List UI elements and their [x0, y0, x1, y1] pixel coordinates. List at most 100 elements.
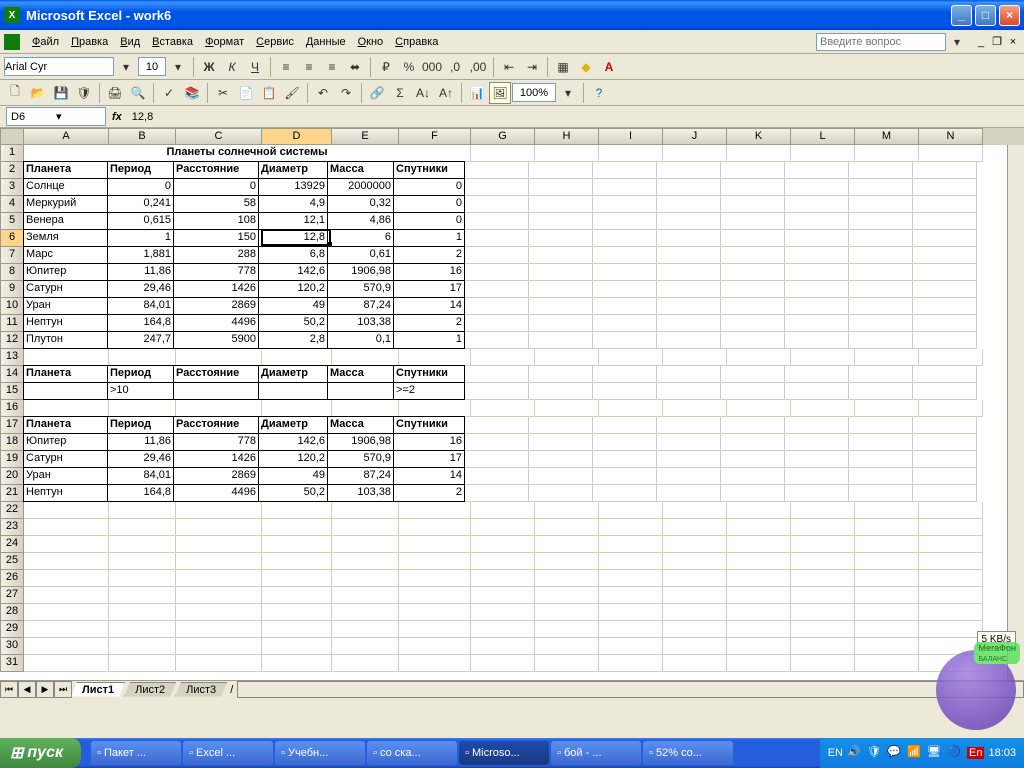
- cell-F12[interactable]: 1: [393, 331, 465, 349]
- cell-G22[interactable]: [471, 502, 535, 519]
- cell-D22[interactable]: [262, 502, 332, 519]
- align-center-button[interactable]: ≡: [298, 56, 320, 78]
- cell-A27[interactable]: [24, 587, 109, 604]
- cell-G9[interactable]: [465, 281, 529, 298]
- cell-L12[interactable]: [785, 332, 849, 349]
- cell-G11[interactable]: [465, 315, 529, 332]
- row-head-21[interactable]: 21: [0, 485, 24, 502]
- cell-B16[interactable]: [109, 400, 176, 417]
- name-box[interactable]: D6▾: [6, 107, 106, 126]
- row-head-28[interactable]: 28: [0, 604, 24, 621]
- cell-N12[interactable]: [913, 332, 977, 349]
- cell-K20[interactable]: [721, 468, 785, 485]
- cell-E8[interactable]: 1906,98: [327, 263, 394, 281]
- row-head-13[interactable]: 13: [0, 349, 24, 366]
- cell-F28[interactable]: [399, 604, 471, 621]
- cell-M23[interactable]: [855, 519, 919, 536]
- sheet-tab-Лист3[interactable]: Лист3: [175, 682, 227, 697]
- cell-C10[interactable]: 2869: [173, 297, 259, 315]
- cell-N28[interactable]: [919, 604, 983, 621]
- cell-D29[interactable]: [262, 621, 332, 638]
- cell-A30[interactable]: [24, 638, 109, 655]
- cell-D18[interactable]: 142,6: [258, 433, 328, 451]
- cell-A10[interactable]: Уран: [23, 297, 108, 315]
- cell-M16[interactable]: [855, 400, 919, 417]
- cell-G6[interactable]: [465, 230, 529, 247]
- row-head-5[interactable]: 5: [0, 213, 24, 230]
- cell-B10[interactable]: 84,01: [107, 297, 174, 315]
- cell-M13[interactable]: [855, 349, 919, 366]
- cell-D25[interactable]: [262, 553, 332, 570]
- cell-B12[interactable]: 247,7: [107, 331, 174, 349]
- cell-E5[interactable]: 4,86: [327, 212, 394, 230]
- cell-B4[interactable]: 0,241: [107, 195, 174, 213]
- cell-M7[interactable]: [849, 247, 913, 264]
- cell-H8[interactable]: [529, 264, 593, 281]
- cell-H28[interactable]: [535, 604, 599, 621]
- cell-E24[interactable]: [332, 536, 399, 553]
- research-button[interactable]: 📚: [181, 82, 203, 104]
- cell-L22[interactable]: [791, 502, 855, 519]
- cell-C12[interactable]: 5900: [173, 331, 259, 349]
- cell-K31[interactable]: [727, 655, 791, 672]
- zoom-dropdown-icon[interactable]: ▾: [557, 82, 579, 104]
- cell-K17[interactable]: [721, 417, 785, 434]
- cell-H12[interactable]: [529, 332, 593, 349]
- cell-I8[interactable]: [593, 264, 657, 281]
- start-button[interactable]: ⊞пуск: [0, 738, 81, 768]
- cell-L5[interactable]: [785, 213, 849, 230]
- col-head-L[interactable]: L: [791, 128, 855, 145]
- cell-L28[interactable]: [791, 604, 855, 621]
- cell-I30[interactable]: [599, 638, 663, 655]
- cell-K13[interactable]: [727, 349, 791, 366]
- cell-D16[interactable]: [262, 400, 332, 417]
- cell-H1[interactable]: [535, 145, 599, 162]
- cell-I11[interactable]: [593, 315, 657, 332]
- cell-E29[interactable]: [332, 621, 399, 638]
- lang-en-indicator[interactable]: En: [967, 747, 984, 759]
- cell-N5[interactable]: [913, 213, 977, 230]
- cell-H31[interactable]: [535, 655, 599, 672]
- cell-D3[interactable]: 13929: [258, 178, 328, 196]
- language-indicator[interactable]: EN: [828, 747, 843, 759]
- cell-M5[interactable]: [849, 213, 913, 230]
- cell-B9[interactable]: 29,46: [107, 280, 174, 298]
- cell-K5[interactable]: [721, 213, 785, 230]
- cell-E23[interactable]: [332, 519, 399, 536]
- workbook-minimize-button[interactable]: _: [974, 35, 988, 49]
- cell-J7[interactable]: [657, 247, 721, 264]
- cell-E16[interactable]: [332, 400, 399, 417]
- cell-H11[interactable]: [529, 315, 593, 332]
- cell-B21[interactable]: 164,8: [107, 484, 174, 502]
- cell-M10[interactable]: [849, 298, 913, 315]
- cell-C13[interactable]: [176, 349, 262, 366]
- row-head-31[interactable]: 31: [0, 655, 24, 672]
- cell-D13[interactable]: [262, 349, 332, 366]
- cell-C16[interactable]: [176, 400, 262, 417]
- taskbar-item[interactable]: ▫бой - ...: [551, 741, 641, 765]
- spelling-button[interactable]: ✓: [158, 82, 180, 104]
- cell-K2[interactable]: [721, 162, 785, 179]
- cell-F3[interactable]: 0: [393, 178, 465, 196]
- cell-I5[interactable]: [593, 213, 657, 230]
- horizontal-scrollbar[interactable]: [237, 681, 1024, 698]
- cell-G26[interactable]: [471, 570, 535, 587]
- cell-D26[interactable]: [262, 570, 332, 587]
- cell-A18[interactable]: Юпитер: [23, 433, 108, 451]
- cell-C28[interactable]: [176, 604, 262, 621]
- cell-K21[interactable]: [721, 485, 785, 502]
- autosum-button[interactable]: Σ: [389, 82, 411, 104]
- cell-A9[interactable]: Сатурн: [23, 280, 108, 298]
- cell-H26[interactable]: [535, 570, 599, 587]
- row-head-17[interactable]: 17: [0, 417, 24, 434]
- cell-J13[interactable]: [663, 349, 727, 366]
- cell-J6[interactable]: [657, 230, 721, 247]
- cell-N19[interactable]: [913, 451, 977, 468]
- cell-N8[interactable]: [913, 264, 977, 281]
- cell-K7[interactable]: [721, 247, 785, 264]
- cell-B5[interactable]: 0,615: [107, 212, 174, 230]
- cell-F17[interactable]: Спутники: [393, 416, 465, 434]
- megafon-widget[interactable]: МегаФонБАЛАНС: [936, 650, 1016, 730]
- cell-L26[interactable]: [791, 570, 855, 587]
- increase-indent-button[interactable]: ⇥: [521, 56, 543, 78]
